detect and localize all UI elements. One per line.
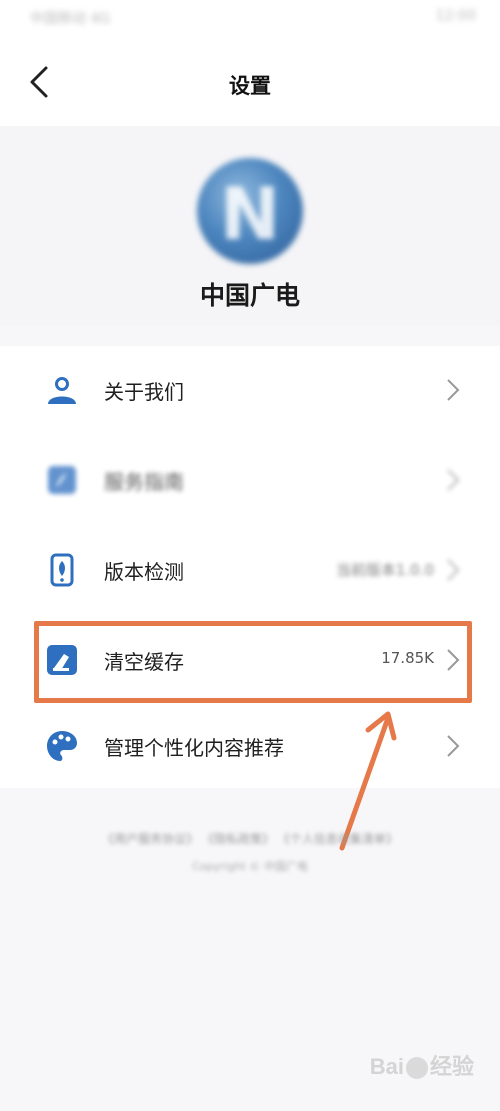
footer-copyright: Copyright © 中国广电 (192, 860, 308, 873)
cache-size-value: 17.85K (381, 649, 434, 667)
menu-item-personalized-recommendation[interactable]: 管理个性化内容推荐 (0, 702, 500, 790)
chevron-right-icon (447, 649, 460, 671)
menu-item-label: 服务指南 (104, 470, 184, 494)
menu-item-label: 管理个性化内容推荐 (104, 736, 284, 760)
carrier-text: 中国移动 4G (30, 11, 111, 27)
footer-links[interactable]: 《用户服务协议》 《隐私政策》 《个人信息收集清单》 (0, 830, 500, 847)
palette-icon (47, 731, 77, 761)
nav-bar: 设置 (0, 40, 500, 126)
page-title: 设置 (229, 74, 271, 98)
menu-item-service-guide[interactable]: 服务指南 (0, 436, 500, 524)
user-group-icon (48, 377, 76, 404)
menu-item-clear-cache[interactable]: 清空缓存 17.85K (0, 616, 500, 704)
rocket-phone-icon (50, 553, 74, 587)
watermark-text: Bai (369, 1054, 404, 1079)
brand-name: 中国广电 (199, 281, 300, 310)
menu-item-label: 关于我们 (104, 380, 184, 404)
chevron-right-icon (447, 379, 460, 401)
menu-item-label: 版本检测 (104, 560, 184, 584)
logo-letter: N (219, 172, 281, 256)
menu-item-label: 清空缓存 (104, 650, 184, 674)
settings-menu: 关于我们 服务指南 版本检测 当前版本1.0.0 清空缓存 17.85K 管理个… (0, 346, 500, 788)
compass-icon (48, 466, 76, 494)
menu-item-about-us[interactable]: 关于我们 (0, 346, 500, 434)
brand-logo: N (197, 158, 303, 264)
watermark-suffix: 经验 (429, 1054, 474, 1079)
chevron-right-icon (447, 559, 460, 581)
paw-icon (405, 1057, 428, 1080)
status-bar: 中国移动 4G 12:00 (0, 0, 500, 40)
clock-text: 12:00 (435, 8, 476, 24)
chevron-right-icon (447, 735, 460, 757)
broom-icon (47, 645, 77, 675)
watermark: Bai 经验 (370, 1049, 474, 1081)
version-value: 当前版本1.0.0 (335, 561, 434, 579)
profile-section: N 中国广电 (0, 126, 500, 326)
chevron-right-icon (447, 469, 460, 491)
menu-item-version-check[interactable]: 版本检测 当前版本1.0.0 (0, 526, 500, 614)
